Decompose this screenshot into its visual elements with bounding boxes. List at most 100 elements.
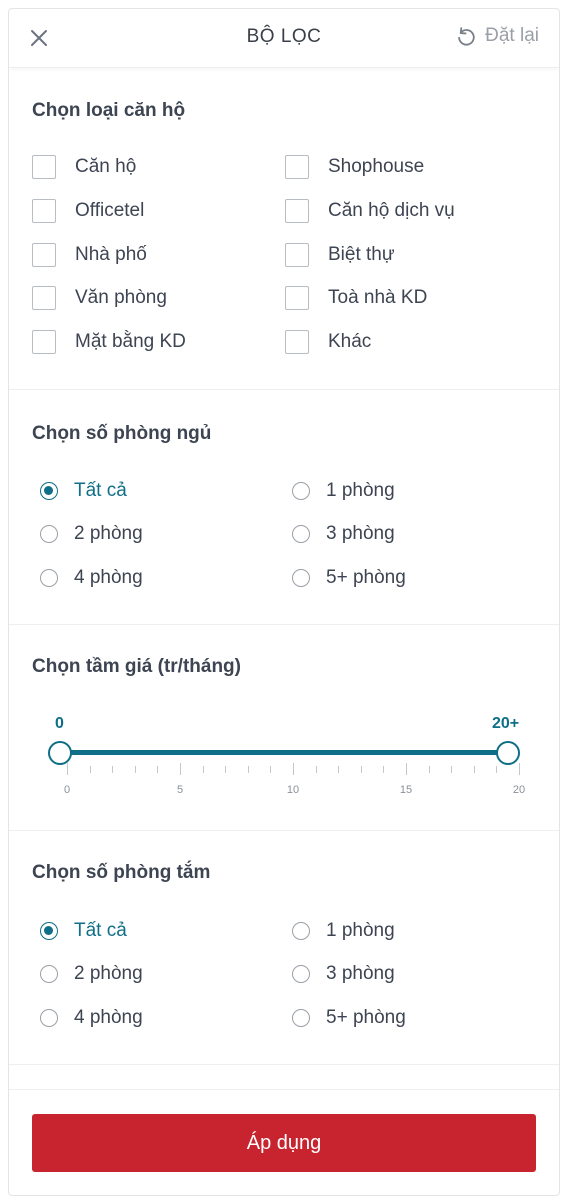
slider-tick — [247, 766, 249, 773]
apply-button[interactable]: Áp dụng — [32, 1114, 536, 1172]
option-toa-nha-kd[interactable]: Toà nhà KD — [285, 286, 427, 310]
slider-track[interactable] — [61, 750, 509, 755]
option-label: 3 phòng — [326, 963, 395, 984]
option-officetel[interactable]: Officetel — [32, 199, 144, 223]
radio-button[interactable] — [40, 525, 58, 543]
option-van-phong[interactable]: Văn phòng — [32, 286, 167, 310]
slider-tick — [134, 766, 136, 773]
option-label: 4 phòng — [74, 1007, 143, 1028]
option-label: Căn hộ — [75, 156, 137, 177]
radio-button[interactable] — [40, 922, 58, 940]
price-section: Chọn tầm giá (tr/tháng) 0 20+ 0 5 10 15 20 — [9, 624, 559, 831]
checkbox[interactable] — [285, 330, 309, 354]
option-can-ho-dich-vu[interactable]: Căn hộ dịch vụ — [285, 199, 455, 223]
slider-max-handle[interactable] — [496, 741, 520, 765]
option-label: Shophouse — [328, 156, 425, 177]
bedrooms-option-5plus[interactable]: 5+ phòng — [292, 567, 406, 589]
slider-tick — [473, 766, 475, 773]
filter-header: BỘ LỌC Đặt lại — [9, 9, 559, 68]
option-can-ho[interactable]: Căn hộ — [32, 155, 136, 179]
checkbox[interactable] — [32, 330, 56, 354]
slider-tick — [67, 763, 68, 775]
option-label: Khác — [328, 331, 372, 352]
slider-tick — [89, 766, 91, 773]
option-label: 5+ phòng — [326, 567, 406, 588]
option-label: 1 phòng — [326, 480, 395, 501]
option-label: 1 phòng — [326, 920, 395, 941]
bedrooms-section: Chọn số phòng ngủ Tất cả 1 phòng 2 phòng… — [9, 389, 559, 625]
option-label: Tất cả — [74, 920, 127, 941]
bathrooms-option-2[interactable]: 2 phòng — [40, 963, 143, 985]
apartment-type-title: Chọn loại căn hộ — [32, 100, 186, 121]
slider-tick-label: 5 — [176, 784, 184, 796]
option-label: 2 phòng — [74, 523, 143, 544]
bathrooms-option-3[interactable]: 3 phòng — [292, 963, 395, 985]
option-label: Biệt thự — [328, 244, 395, 265]
bathrooms-option-4[interactable]: 4 phòng — [40, 1007, 143, 1029]
radio-button[interactable] — [40, 569, 58, 587]
bedrooms-option-3[interactable]: 3 phòng — [292, 523, 395, 545]
option-label: Officetel — [75, 200, 145, 221]
slider-tick — [112, 766, 114, 773]
bedrooms-option-4[interactable]: 4 phòng — [40, 567, 143, 589]
slider-tick-label: 20 — [512, 784, 526, 796]
radio-button[interactable] — [292, 482, 310, 500]
slider-tick-label: 15 — [399, 784, 413, 796]
slider-tick — [180, 763, 181, 775]
radio-button[interactable] — [40, 1009, 58, 1027]
reset-label: Đặt lại — [485, 25, 539, 46]
option-label: Văn phòng — [75, 287, 167, 308]
checkbox[interactable] — [285, 199, 309, 223]
slider-tick — [202, 766, 204, 773]
slider-tick — [293, 763, 294, 775]
option-label: Mặt bằng KD — [75, 331, 186, 352]
bathrooms-option-all[interactable]: Tất cả — [40, 920, 127, 942]
checkbox[interactable] — [285, 243, 309, 267]
slider-tick — [519, 763, 520, 775]
reset-button[interactable]: Đặt lại — [455, 25, 539, 47]
option-label: Toà nhà KD — [328, 287, 428, 308]
option-label: 4 phòng — [74, 567, 143, 588]
option-biet-thu[interactable]: Biệt thự — [285, 243, 395, 267]
option-khac[interactable]: Khác — [285, 330, 371, 354]
checkbox[interactable] — [32, 286, 56, 310]
slider-tick — [406, 763, 407, 775]
option-mat-bang-kd[interactable]: Mặt bằng KD — [32, 330, 186, 354]
checkbox[interactable] — [32, 155, 56, 179]
slider-min-handle[interactable] — [48, 741, 72, 765]
radio-button[interactable] — [292, 922, 310, 940]
radio-button[interactable] — [292, 965, 310, 983]
bedrooms-option-all[interactable]: Tất cả — [40, 480, 127, 502]
price-max-value: 20+ — [492, 715, 520, 732]
slider-tick — [496, 766, 498, 773]
radio-button[interactable] — [292, 1009, 310, 1027]
bedrooms-option-1[interactable]: 1 phòng — [292, 480, 395, 502]
slider-tick — [428, 766, 430, 773]
option-label: 2 phòng — [74, 963, 143, 984]
radio-button[interactable] — [292, 525, 310, 543]
option-shophouse[interactable]: Shophouse — [285, 155, 424, 179]
checkbox[interactable] — [32, 199, 56, 223]
price-slider[interactable]: 0 20+ 0 5 10 15 20 — [9, 624, 559, 830]
slider-tick — [157, 766, 159, 773]
checkbox[interactable] — [285, 155, 309, 179]
bedrooms-option-2[interactable]: 2 phòng — [40, 523, 143, 545]
checkbox[interactable] — [285, 286, 309, 310]
radio-button[interactable] — [40, 965, 58, 983]
slider-tick — [360, 766, 362, 773]
option-label: Nhà phố — [75, 244, 147, 265]
bathrooms-option-5plus[interactable]: 5+ phòng — [292, 1007, 406, 1029]
apartment-type-section: Chọn loại căn hộ Căn hộ Shophouse Office… — [9, 68, 559, 390]
radio-button[interactable] — [40, 482, 58, 500]
filter-panel: BỘ LỌC Đặt lại Chọn loại căn hộ Căn hộ S… — [8, 8, 560, 1196]
filter-footer: Áp dụng — [9, 1089, 559, 1195]
reset-icon — [458, 27, 475, 46]
bathrooms-section: Chọn số phòng tắm Tất cả 1 phòng 2 phòng… — [9, 830, 559, 1065]
radio-button[interactable] — [292, 569, 310, 587]
checkbox[interactable] — [32, 243, 56, 267]
bathrooms-option-1[interactable]: 1 phòng — [292, 920, 395, 942]
slider-tick — [315, 766, 317, 773]
slider-tick-label: 0 — [63, 784, 71, 796]
slider-tick-label: 10 — [286, 784, 300, 796]
option-nha-pho[interactable]: Nhà phố — [32, 243, 147, 267]
